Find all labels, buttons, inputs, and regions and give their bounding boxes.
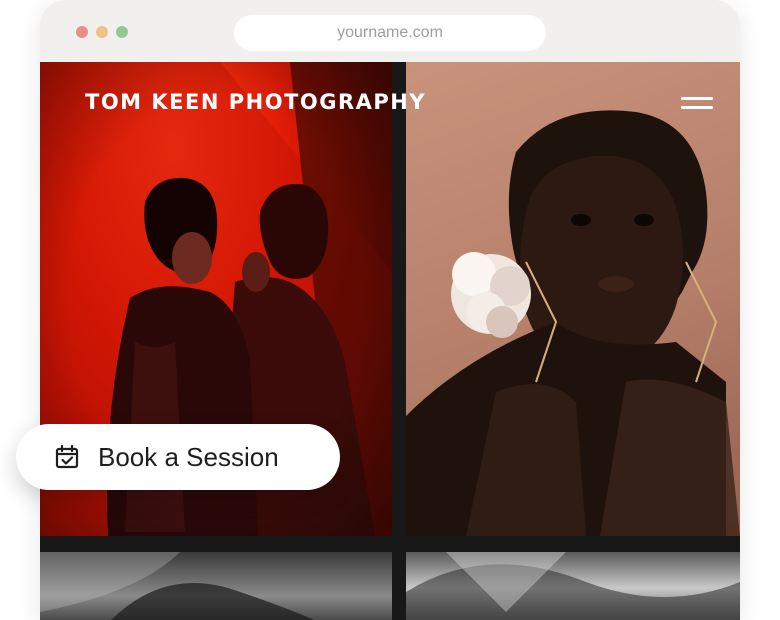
site-brand-title[interactable]: TOM KEEN PHOTOGRAPHY (85, 90, 426, 114)
minimize-window-button[interactable] (96, 26, 108, 38)
browser-window: yourname.com TOM KEEN PHOTOGRAPHY (40, 0, 740, 620)
menu-bar-top (681, 97, 713, 100)
address-bar-url: yourname.com (337, 24, 443, 41)
photo-bw-1[interactable] (40, 552, 392, 620)
browser-toolbar: yourname.com (40, 0, 740, 62)
menu-bar-bottom (681, 106, 713, 109)
website-viewport: TOM KEEN PHOTOGRAPHY (40, 62, 740, 620)
calendar-check-icon (55, 444, 79, 469)
hamburger-menu-icon[interactable] (681, 96, 713, 112)
bw-photo-1-image (40, 552, 315, 620)
book-session-label: Book a Session (98, 442, 279, 472)
flower-portrait-image (406, 110, 740, 536)
maximize-window-button[interactable] (116, 26, 128, 38)
address-bar[interactable]: yourname.com (234, 15, 546, 51)
photo-bw-2[interactable] (406, 552, 740, 620)
book-session-button[interactable]: Book a Session (16, 424, 340, 490)
photo-flower-portrait[interactable] (406, 62, 740, 536)
bw-photo-2-image (406, 552, 740, 620)
close-window-button[interactable] (76, 26, 88, 38)
